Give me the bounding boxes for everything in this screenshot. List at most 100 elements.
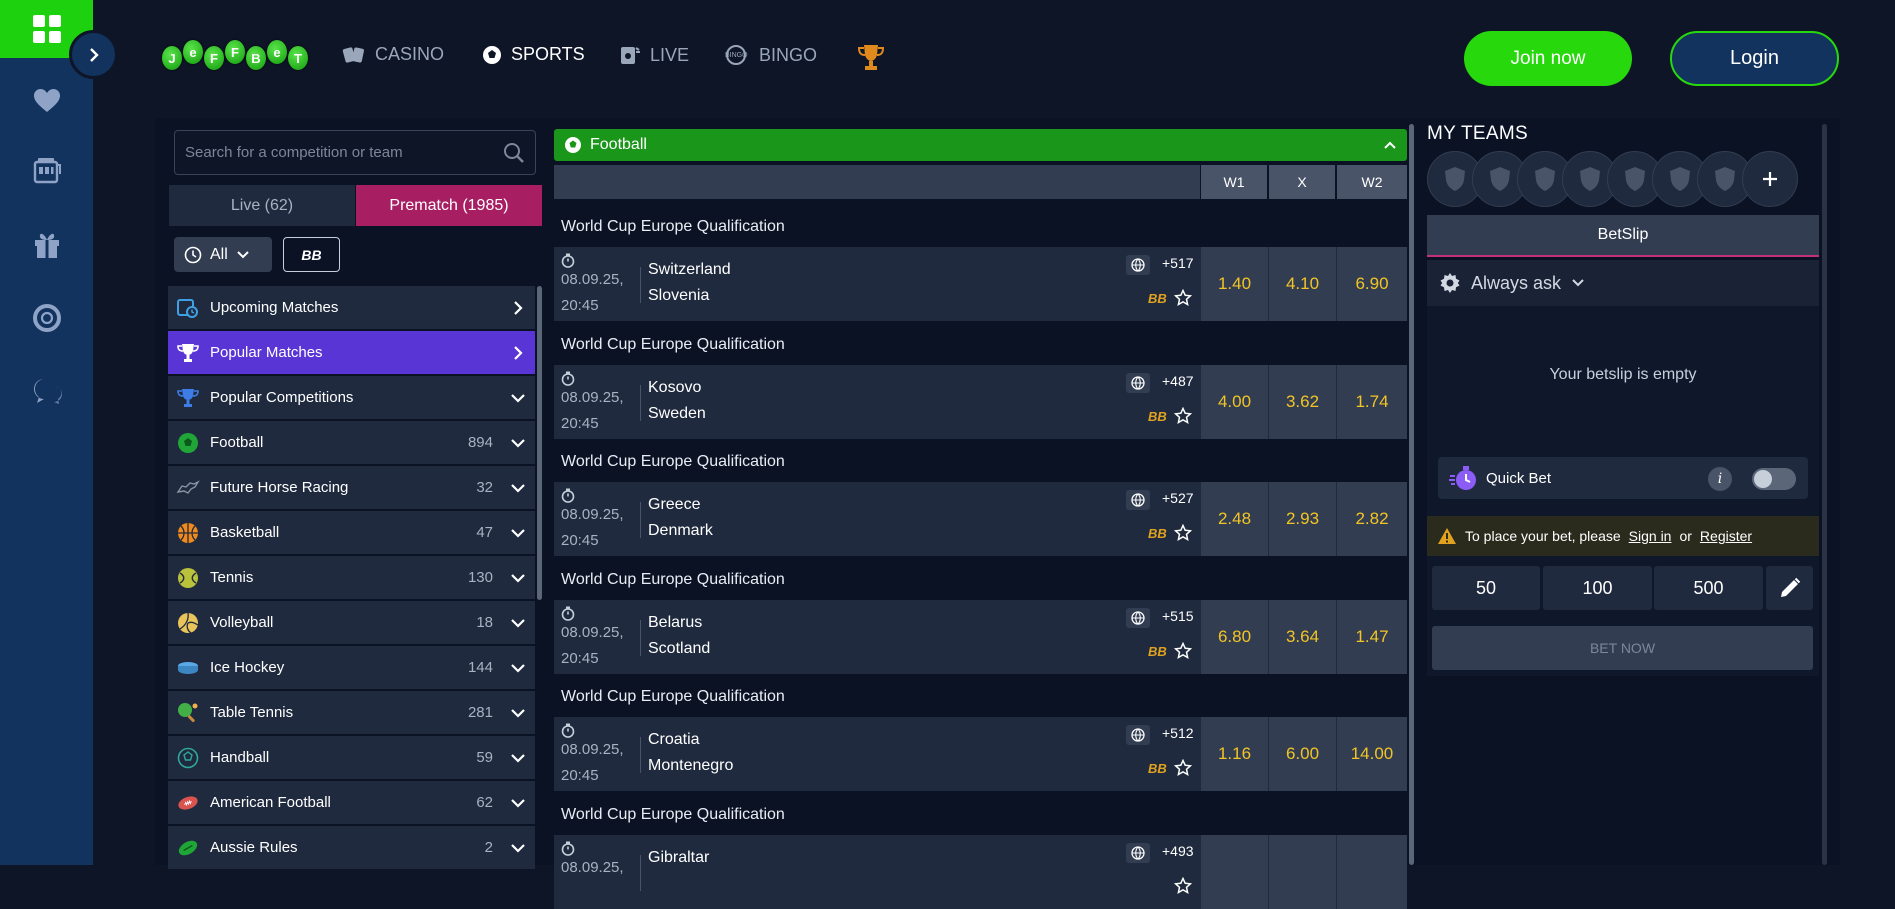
odd-w2-button[interactable]: 1.47 [1337,600,1407,674]
sidebar-item-popular-competitions[interactable]: Popular Competitions [168,376,535,419]
support-button[interactable] [28,299,66,337]
stake-50-button[interactable]: 50 [1432,566,1540,610]
chevron-down-icon[interactable] [509,389,527,407]
more-markets-count[interactable]: +487 [1162,373,1194,389]
tab-prematch[interactable]: Prematch (1985) [356,185,542,226]
promotions-button[interactable] [28,226,66,264]
nav-bingo[interactable]: BINGO BINGO [722,44,817,66]
quick-bet-toggle[interactable] [1752,468,1796,490]
sidebar-item-popular-matches[interactable]: Popular Matches [168,331,535,374]
join-now-button[interactable]: Join now [1464,31,1632,86]
match-row[interactable]: 08.09.25, 20:45 Belarus Scotland +515 BB 6.80 3… [554,600,1407,674]
globe-icon[interactable] [1126,490,1150,510]
odd-w1-button[interactable]: 1.16 [1201,717,1268,791]
sidebar-item-volleyball[interactable]: Volleyball 18 [168,601,535,644]
time-filter-dropdown[interactable]: All [174,237,272,272]
chevron-down-icon[interactable] [509,434,527,452]
chevron-up-icon[interactable] [1383,138,1397,152]
sidebar-item-upcoming-matches[interactable]: Upcoming Matches [168,286,535,329]
add-team-button[interactable] [1742,151,1798,207]
chevron-down-icon[interactable] [509,479,527,497]
competition-title[interactable]: World Cup Europe Qualification [561,806,785,824]
favorites-button[interactable] [28,82,66,120]
odd-w1-button[interactable]: 2.48 [1201,482,1268,556]
register-link[interactable]: Register [1700,528,1752,544]
sign-in-link[interactable]: Sign in [1629,528,1672,544]
competition-title[interactable]: World Cup Europe Qualification [561,688,785,706]
sidebar-item-ice-hockey[interactable]: Ice Hockey 144 [168,646,535,689]
globe-icon[interactable] [1126,608,1150,628]
chevron-down-icon[interactable] [509,614,527,632]
sidebar-item-tennis[interactable]: Tennis 130 [168,556,535,599]
sport-header-football[interactable]: Football [554,129,1407,161]
odd-w2-button[interactable]: 6.90 [1337,247,1407,321]
expand-rail-button[interactable] [69,30,118,79]
sidebar-scrollbar[interactable] [537,286,542,600]
globe-icon[interactable] [1126,843,1150,863]
more-markets-count[interactable]: +493 [1162,843,1194,859]
globe-icon[interactable] [1126,725,1150,745]
more-markets-count[interactable]: +512 [1162,725,1194,741]
chevron-down-icon[interactable] [509,569,527,587]
odd-x-button[interactable]: 4.10 [1269,247,1336,321]
betslip-tab[interactable]: BetSlip [1427,215,1819,257]
chat-help-button[interactable]: ? [28,372,66,410]
competition-title[interactable]: World Cup Europe Qualification [561,336,785,354]
star-icon[interactable] [1174,642,1192,660]
odds-change-dropdown[interactable]: Always ask [1427,260,1819,306]
nav-tournaments[interactable] [856,42,886,72]
odd-x-button[interactable] [1269,835,1336,909]
match-row[interactable]: 08.09.25, 20:45 Kosovo Sweden +487 BB 4.00 3.62… [554,365,1407,439]
stake-100-button[interactable]: 100 [1543,566,1652,610]
chevron-down-icon[interactable] [509,749,527,767]
competition-title[interactable]: World Cup Europe Qualification [561,571,785,589]
star-icon[interactable] [1174,524,1192,542]
stake-500-button[interactable]: 500 [1654,566,1763,610]
star-icon[interactable] [1174,759,1192,777]
odd-w2-button[interactable]: 2.82 [1337,482,1407,556]
nav-live[interactable]: LIVE [619,44,689,66]
competition-title[interactable]: World Cup Europe Qualification [561,218,785,236]
chevron-down-icon[interactable] [509,794,527,812]
chevron-down-icon[interactable] [509,524,527,542]
chevron-down-icon[interactable] [509,659,527,677]
globe-icon[interactable] [1126,373,1150,393]
odd-x-button[interactable]: 6.00 [1269,717,1336,791]
more-markets-count[interactable]: +527 [1162,490,1194,506]
star-icon[interactable] [1174,289,1192,307]
sidebar-item-handball[interactable]: Handball 59 [168,736,535,779]
sidebar-item-american-football[interactable]: American Football 62 [168,781,535,824]
star-icon[interactable] [1174,877,1192,895]
edit-stakes-button[interactable] [1766,566,1813,610]
search-input[interactable] [185,144,503,161]
sidebar-item-table-tennis[interactable]: Table Tennis 281 [168,691,535,734]
competition-title[interactable]: World Cup Europe Qualification [561,453,785,471]
more-markets-count[interactable]: +515 [1162,608,1194,624]
more-markets-count[interactable]: +517 [1162,255,1194,271]
odd-w2-button[interactable]: 14.00 [1337,717,1407,791]
chevron-right-icon[interactable] [509,344,527,362]
match-row[interactable]: 08.09.25, 20:45 Croatia Montenegro +512 BB 1.1… [554,717,1407,791]
login-button[interactable]: Login [1670,31,1839,86]
center-scrollbar[interactable] [1409,124,1414,865]
odd-w2-button[interactable] [1337,835,1407,909]
tab-live[interactable]: Live (62) [169,185,355,226]
competition-search[interactable] [174,130,536,175]
casino-rail-button[interactable] [28,152,66,190]
odd-x-button[interactable]: 3.62 [1269,365,1336,439]
nav-casino[interactable]: CASINO [342,44,444,65]
jeffbet-logo[interactable]: J e F F B e T [162,40,308,74]
bet-builder-filter[interactable]: BB [283,237,340,272]
info-icon[interactable]: i [1708,467,1732,491]
match-row[interactable]: 08.09.25, 20:45 Greece Denmark +527 BB 2.48 2.9… [554,482,1407,556]
sidebar-item-future-horse-racing[interactable]: Future Horse Racing 32 [168,466,535,509]
odd-w1-button[interactable]: 1.40 [1201,247,1268,321]
bet-now-button[interactable]: BET NOW [1432,626,1813,670]
chevron-down-icon[interactable] [509,704,527,722]
odd-w1-button[interactable]: 4.00 [1201,365,1268,439]
chevron-right-icon[interactable] [509,299,527,317]
odd-w1-button[interactable] [1201,835,1268,909]
search-icon[interactable] [503,142,525,164]
odd-x-button[interactable]: 2.93 [1269,482,1336,556]
nav-sports[interactable]: SPORTS [482,44,585,65]
